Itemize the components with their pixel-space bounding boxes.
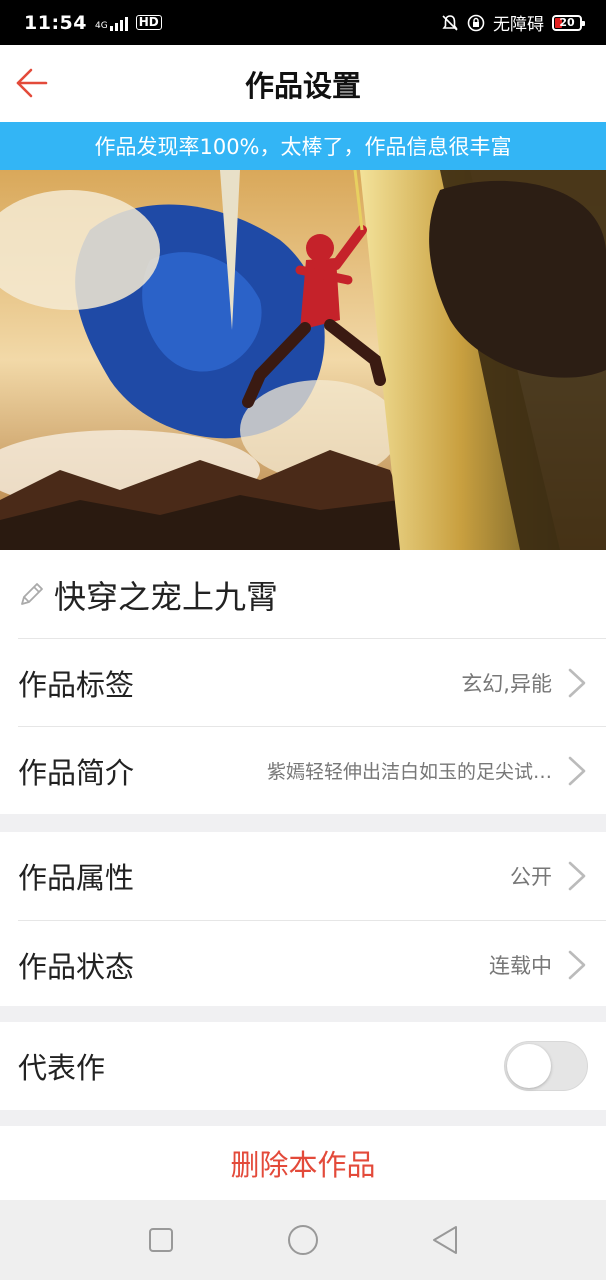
- status-time: 11:54: [24, 11, 87, 34]
- status-bar: 11:54 4G HD 无障碍 20: [0, 0, 606, 45]
- featured-group: 代表作: [0, 1022, 606, 1110]
- bell-off-icon: [441, 14, 459, 32]
- arrow-left-icon: [16, 68, 48, 98]
- chevron-right-icon: [568, 756, 586, 785]
- work-title-row[interactable]: 快穿之宠上九霄: [0, 550, 606, 638]
- delete-work-button[interactable]: 删除本作品: [230, 1142, 375, 1184]
- toggle-knob: [507, 1044, 551, 1088]
- rotation-lock-icon: [467, 14, 485, 32]
- battery-level: 20: [559, 16, 575, 29]
- signal-bars-icon: [109, 15, 128, 31]
- page-title: 作品设置: [244, 68, 361, 103]
- row-value: 玄幻,异能: [461, 671, 552, 696]
- hd-badge: HD: [135, 15, 162, 30]
- row-status[interactable]: 作品状态 连载中: [18, 920, 606, 1008]
- status-left: 11:54 4G HD: [24, 12, 162, 34]
- pencil-icon[interactable]: [18, 580, 46, 612]
- featured-toggle[interactable]: [504, 1041, 588, 1091]
- discovery-banner: 作品发现率100%，太棒了，作品信息很丰富: [0, 122, 606, 170]
- row-intro[interactable]: 作品简介 紫嫣轻轻伸出洁白如玉的足尖试…: [18, 726, 606, 814]
- info-group: 作品标签 玄幻,异能 作品简介 紫嫣轻轻伸出洁白如玉的足尖试…: [0, 638, 606, 814]
- circle-home-icon: [288, 1225, 318, 1255]
- network-type: 4G: [94, 20, 108, 31]
- accessibility-text: 无障碍: [493, 15, 544, 35]
- system-nav-bar: [0, 1200, 606, 1280]
- row-featured: 代表作: [18, 1022, 606, 1110]
- header-bar: 作品设置: [0, 45, 606, 122]
- cover-illustration: [0, 170, 606, 550]
- row-label: 代表作: [18, 1051, 106, 1085]
- banner-text: 作品发现率100%，太棒了，作品信息很丰富: [94, 135, 512, 159]
- row-label: 作品简介: [18, 755, 135, 790]
- chevron-right-icon: [568, 861, 586, 891]
- back-button[interactable]: [14, 65, 50, 101]
- row-label: 作品状态: [18, 949, 135, 984]
- row-tags[interactable]: 作品标签 玄幻,异能: [18, 638, 606, 726]
- square-recents-icon: [149, 1228, 173, 1252]
- status-right: 无障碍 20: [441, 10, 585, 35]
- home-button[interactable]: [283, 1220, 323, 1260]
- signal-icon: 4G: [95, 15, 128, 31]
- row-attribute[interactable]: 作品属性 公开: [18, 832, 606, 920]
- row-value: 紫嫣轻轻伸出洁白如玉的足尖试…: [266, 761, 552, 783]
- chevron-right-icon: [568, 668, 586, 697]
- recents-button[interactable]: [141, 1220, 181, 1260]
- row-label: 作品标签: [18, 667, 135, 702]
- row-label: 作品属性: [18, 861, 135, 895]
- chevron-right-icon: [568, 950, 586, 979]
- battery-icon: 20: [552, 14, 585, 31]
- cover-image[interactable]: [0, 170, 606, 550]
- row-value: 公开: [510, 865, 552, 889]
- property-group: 作品属性 公开 作品状态 连载中: [0, 832, 606, 1006]
- work-title: 快穿之宠上九霄: [54, 578, 279, 616]
- system-back-button[interactable]: [425, 1220, 465, 1260]
- triangle-back-icon: [433, 1226, 457, 1254]
- delete-row: 删除本作品: [0, 1126, 606, 1200]
- row-value: 连载中: [489, 953, 552, 978]
